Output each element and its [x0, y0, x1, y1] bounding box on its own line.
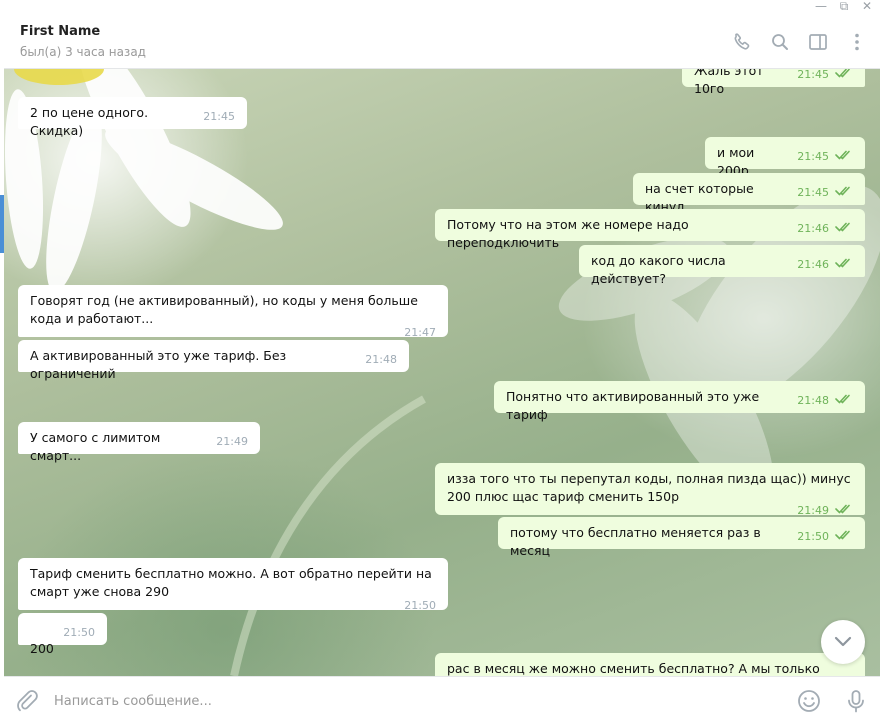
message-bubble-outgoing[interactable]: рас в месяц же можно сменить бесплатно? …	[435, 653, 865, 676]
message-bubble-incoming[interactable]: 21:48 А активированный это уже тариф. Без…	[18, 340, 409, 381]
minimize-button[interactable]: —	[811, 0, 831, 14]
message-bubble-outgoing[interactable]: изза того что ты перепутал коды, полная …	[435, 463, 865, 518]
microphone-icon[interactable]	[843, 688, 869, 714]
message-time: 21:45	[203, 110, 235, 123]
search-icon[interactable]	[770, 32, 790, 52]
message-meta: 21:50	[63, 626, 95, 640]
message-time: 21:48	[797, 394, 829, 407]
message-text: Говорят год (не активированный), но коды…	[30, 293, 418, 326]
chat-title[interactable]: First Name	[20, 24, 100, 39]
double-check-icon	[835, 530, 853, 544]
double-check-icon	[835, 69, 853, 82]
message-time: 21:46	[797, 258, 829, 271]
message-bubble-incoming[interactable]: 21:50 200	[18, 613, 107, 656]
message-time: 21:46	[797, 222, 829, 235]
message-time: 21:45	[797, 150, 829, 163]
message-bubble-incoming[interactable]: 21:49 У самого с лимитом смарт...	[18, 422, 260, 463]
message-bubble-incoming[interactable]: Тариф сменить бесплатно можно. А вот обр…	[18, 558, 448, 613]
scroll-down-button[interactable]	[821, 620, 865, 664]
message-text: рас в месяц же можно сменить бесплатно? …	[447, 661, 820, 676]
message-meta: 21:50	[42, 599, 436, 613]
message-bubble-outgoing[interactable]: 21:46 код до какого числа действует?	[579, 245, 865, 286]
chat-header: First Name был(а) 3 часа назад	[4, 14, 880, 69]
message-list[interactable]: 21:45 Жаль этот 10го 21:45 2 по цене одного…	[4, 69, 880, 676]
message-meta: 21:45	[203, 110, 235, 124]
message-meta: 21:50	[797, 530, 853, 544]
message-meta: 21:49	[216, 435, 248, 449]
sidebar-toggle-icon[interactable]	[808, 32, 828, 52]
double-check-icon	[835, 394, 853, 408]
message-bubble-incoming[interactable]: 21:45 2 по цене одного. Скидка)	[18, 97, 247, 138]
message-meta: 21:45	[797, 186, 853, 200]
message-meta: 21:48	[365, 353, 397, 367]
message-bubble-incoming[interactable]: Говорят год (не активированный), но коды…	[18, 285, 448, 340]
double-check-icon	[835, 186, 853, 200]
message-time: 21:50	[797, 530, 829, 543]
message-meta: 21:45	[797, 69, 853, 82]
emoji-icon[interactable]	[796, 688, 822, 714]
message-input[interactable]	[52, 689, 756, 713]
message-time: 21:48	[365, 353, 397, 366]
window-titlebar: — ⧉ ✕	[0, 0, 880, 14]
message-time: 21:47	[404, 326, 436, 339]
message-bubble-outgoing[interactable]: 21:48 Понятно что активированный это уже …	[494, 381, 865, 422]
message-meta: 21:48	[797, 394, 853, 408]
message-bubble-outgoing[interactable]: 21:45 Жаль этот 10го	[682, 69, 865, 96]
double-check-icon	[835, 504, 853, 518]
message-bubble-outgoing[interactable]: 21:50 потому что бесплатно меняется раз в…	[498, 517, 865, 558]
chat-status: был(а) 3 часа назад	[20, 45, 146, 59]
message-time: 21:49	[216, 435, 248, 448]
message-time: 21:49	[797, 504, 829, 517]
message-bubble-outgoing[interactable]: 21:45 и мои 200р	[705, 137, 865, 178]
double-check-icon	[835, 222, 853, 236]
double-check-icon	[835, 258, 853, 272]
double-check-icon	[835, 150, 853, 164]
message-time: 21:45	[797, 69, 829, 81]
message-meta: 21:49	[459, 504, 853, 518]
message-text: изза того что ты перепутал коды, полная …	[447, 471, 851, 504]
message-composer	[4, 676, 880, 724]
message-time: 21:45	[797, 186, 829, 199]
restore-button[interactable]: ⧉	[834, 0, 854, 14]
chevron-down-icon	[834, 636, 852, 647]
more-icon[interactable]	[847, 32, 867, 52]
paperclip-icon[interactable]	[14, 688, 40, 714]
phone-icon[interactable]	[732, 32, 752, 52]
message-meta: 21:45	[797, 150, 853, 164]
message-time: 21:50	[63, 626, 95, 639]
message-bubble-outgoing[interactable]: 21:45 на счет которые кинул	[633, 173, 865, 214]
message-text: 200	[30, 641, 54, 656]
message-meta: 21:47	[42, 326, 436, 340]
message-text: Тариф сменить бесплатно можно. А вот обр…	[30, 566, 432, 599]
message-time: 21:50	[404, 599, 436, 612]
message-meta: 21:46	[797, 258, 853, 272]
close-button[interactable]: ✕	[857, 0, 877, 14]
message-meta: 21:46	[797, 222, 853, 236]
message-bubble-outgoing[interactable]: 21:46 Потому что на этом же номере надо п…	[435, 209, 865, 250]
